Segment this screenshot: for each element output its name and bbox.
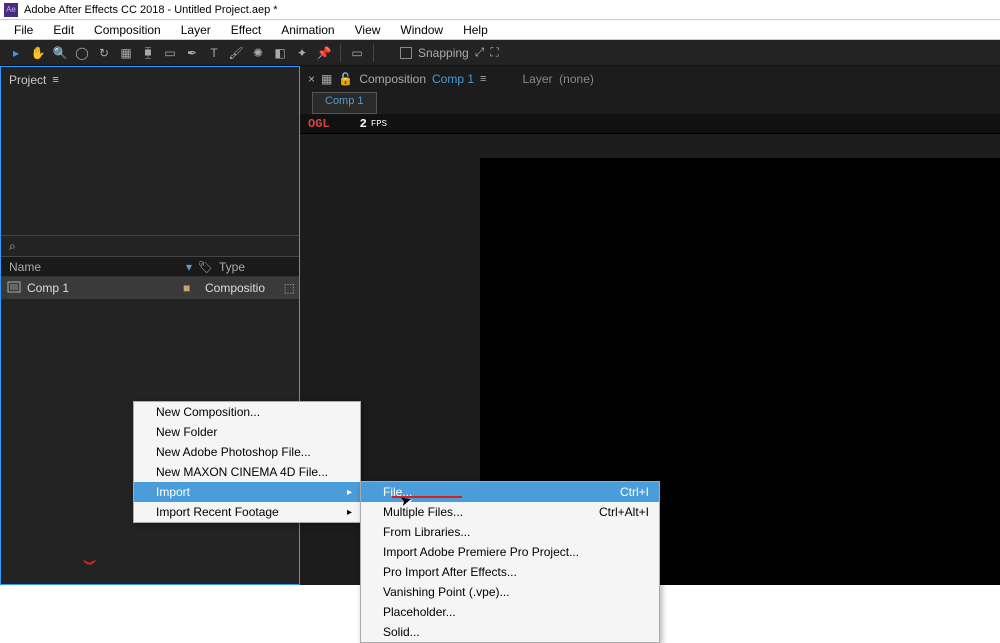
- fps-value: 2: [360, 117, 367, 131]
- menu-effect[interactable]: Effect: [223, 21, 269, 39]
- title-bar: Ae Adobe After Effects CC 2018 - Untitle…: [0, 0, 1000, 20]
- annotation-chevron-icon: ˇ: [83, 556, 97, 588]
- roto-tool-icon[interactable]: ✦: [292, 43, 312, 63]
- panel-menu-icon[interactable]: ≡: [52, 74, 58, 86]
- item-type: Compositio: [199, 281, 265, 295]
- window-title: Adobe After Effects CC 2018 - Untitled P…: [24, 4, 278, 16]
- context-item[interactable]: Placeholder...: [361, 602, 659, 622]
- layer-label: Layer: [522, 72, 552, 86]
- puppet-tool-icon[interactable]: 📌: [314, 43, 334, 63]
- context-menu: New Composition...New FolderNew Adobe Ph…: [133, 401, 361, 523]
- menu-edit[interactable]: Edit: [45, 21, 82, 39]
- tool-bar: ▸ ✋ 🔍 ◯ ↻ ▦ ⧯ ▭ ✒ T 🖌 ✺ ◧ ✦ 📌 ▭ Snapping…: [0, 40, 1000, 66]
- fps-label: FPS: [371, 119, 387, 129]
- composition-name[interactable]: Comp 1: [432, 72, 474, 86]
- context-item[interactable]: Import▸: [134, 482, 360, 502]
- label-icon[interactable]: 🏷: [197, 260, 213, 274]
- snap-icon2[interactable]: ⛶: [490, 45, 498, 60]
- composition-label: Composition: [359, 72, 426, 86]
- project-column-header: Name ▾ 🏷 Type: [1, 257, 299, 277]
- project-item-row[interactable]: Comp 1 ■ Compositio ⬚: [1, 277, 299, 299]
- context-item[interactable]: From Libraries...: [361, 522, 659, 542]
- app-icon: Ae: [4, 3, 18, 17]
- clone-tool-icon[interactable]: ✺: [248, 43, 268, 63]
- layer-value: (none): [559, 72, 594, 86]
- menu-bar: File Edit Composition Layer Effect Anima…: [0, 20, 1000, 40]
- context-item[interactable]: Solid...: [361, 622, 659, 642]
- context-item[interactable]: Vanishing Point (.vpe)...: [361, 582, 659, 602]
- camera-tool-icon[interactable]: ▦: [116, 43, 136, 63]
- lock-icon[interactable]: 🔓: [338, 72, 353, 86]
- shortcut-label: Ctrl+Alt+I: [599, 505, 649, 519]
- submenu-arrow-icon: ▸: [347, 487, 352, 498]
- zoom-tool-icon[interactable]: 🔍: [50, 43, 70, 63]
- toolbar-separator: [340, 44, 341, 62]
- project-tab[interactable]: Project: [9, 73, 46, 87]
- pen-tool-icon[interactable]: ✒: [182, 43, 202, 63]
- search-icon[interactable]: ⌕: [9, 239, 16, 254]
- hand-tool-icon[interactable]: ✋: [28, 43, 48, 63]
- comp-sub-tab[interactable]: Comp 1: [312, 92, 377, 114]
- menu-layer[interactable]: Layer: [173, 21, 219, 39]
- comp-panel-menu-icon[interactable]: ≡: [480, 73, 486, 85]
- toolbar-separator: [373, 44, 374, 62]
- menu-composition[interactable]: Composition: [86, 21, 169, 39]
- brush-tool-icon[interactable]: 🖌: [226, 43, 246, 63]
- selection-tool-icon[interactable]: ▸: [6, 43, 26, 63]
- menu-window[interactable]: Window: [392, 21, 451, 39]
- eraser-tool-icon[interactable]: ◧: [270, 43, 290, 63]
- type-tool-icon[interactable]: T: [204, 43, 224, 63]
- tool-extra-icon[interactable]: ▭: [347, 43, 367, 63]
- context-item[interactable]: New Adobe Photoshop File...: [134, 442, 360, 462]
- snapping-checkbox[interactable]: [400, 47, 412, 59]
- context-item[interactable]: New Composition...: [134, 402, 360, 422]
- context-item[interactable]: Import Recent Footage▸: [134, 502, 360, 522]
- item-name: Comp 1: [27, 281, 183, 295]
- menu-file[interactable]: File: [6, 21, 41, 39]
- orbit-tool-icon[interactable]: ◯: [72, 43, 92, 63]
- context-item[interactable]: Pro Import After Effects...: [361, 562, 659, 582]
- column-type[interactable]: Type: [213, 260, 299, 274]
- column-name[interactable]: Name: [1, 260, 181, 274]
- context-item[interactable]: New MAXON CINEMA 4D File...: [134, 462, 360, 482]
- submenu-arrow-icon: ▸: [347, 507, 352, 518]
- pan-behind-tool-icon[interactable]: ⧯: [138, 43, 158, 63]
- tab-close-icon[interactable]: ×: [308, 72, 315, 86]
- rotation-tool-icon[interactable]: ↻: [94, 43, 114, 63]
- menu-view[interactable]: View: [347, 21, 389, 39]
- context-item[interactable]: New Folder: [134, 422, 360, 442]
- shortcut-label: Ctrl+I: [620, 485, 649, 499]
- sort-icon[interactable]: ▾: [181, 260, 197, 274]
- snap-icon[interactable]: ⤢: [475, 45, 485, 60]
- ogl-indicator: OGL: [300, 117, 330, 131]
- item-flow-icon: ⬚: [284, 281, 295, 295]
- menu-help[interactable]: Help: [455, 21, 496, 39]
- snapping-label: Snapping: [418, 46, 469, 60]
- item-label-icon: ■: [183, 281, 199, 295]
- menu-animation[interactable]: Animation: [273, 21, 342, 39]
- shape-tool-icon[interactable]: ▭: [160, 43, 180, 63]
- tab-comp-icon: ▦: [321, 72, 332, 86]
- composition-icon: [7, 281, 21, 295]
- context-item[interactable]: Import Adobe Premiere Pro Project...: [361, 542, 659, 562]
